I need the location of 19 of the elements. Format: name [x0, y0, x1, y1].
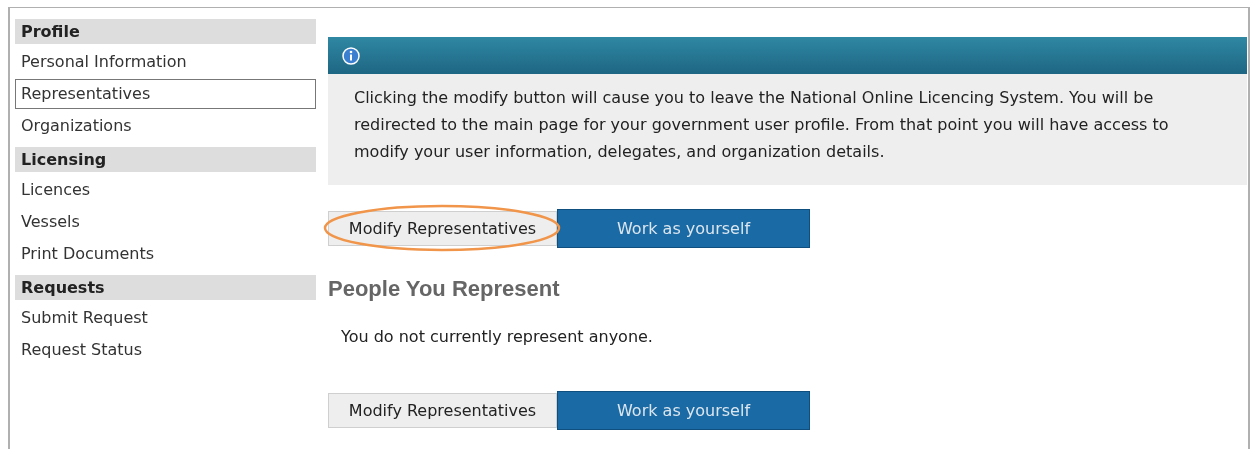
sidebar-link[interactable]: Personal Information — [15, 47, 316, 77]
section-heading: People You Represent — [328, 275, 561, 303]
modify-representatives-button[interactable]: Modify Representatives — [328, 393, 557, 428]
sidebar-link[interactable]: Representatives — [15, 79, 316, 109]
sidebar-link[interactable]: Request Status — [15, 335, 316, 365]
info-message: Clicking the modify button will cause you to leave the National Online Licencing System. You will be redirected to the main page for your government user profile. From that point you will have access to modify your user information, delegates, and organization details. — [353, 87, 1170, 163]
sidebar-section-header: Licensing — [15, 147, 316, 172]
work-as-yourself-button[interactable]: Work as yourself — [557, 209, 810, 248]
sidebar-link[interactable]: Print Documents — [15, 239, 316, 269]
sidebar-section-header: Requests — [15, 275, 316, 300]
modify-representatives-button[interactable]: Modify Representatives — [328, 211, 557, 246]
sidebar-link[interactable]: Vessels — [15, 207, 316, 237]
sidebar-link[interactable]: Licences — [15, 175, 316, 205]
sidebar-link[interactable]: Submit Request — [15, 303, 316, 333]
info-icon — [342, 46, 360, 65]
empty-message: You do not currently represent anyone. — [340, 326, 654, 348]
work-as-yourself-button[interactable]: Work as yourself — [557, 391, 810, 430]
sidebar-link[interactable]: Organizations — [15, 111, 316, 141]
sidebar-section-header: Profile — [15, 19, 316, 44]
